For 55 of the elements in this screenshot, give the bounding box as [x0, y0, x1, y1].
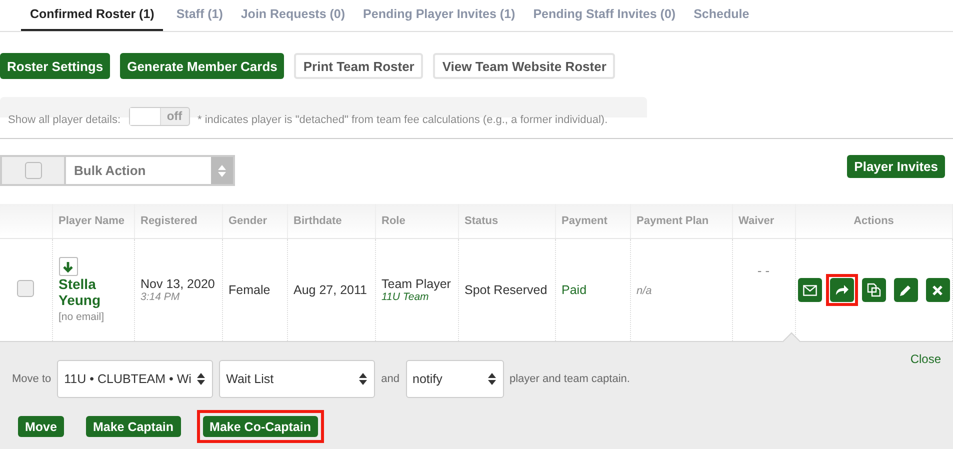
and-label: and: [381, 373, 400, 385]
down-arrow-button[interactable]: [58, 257, 78, 276]
details-label: Show all player details:: [8, 114, 121, 126]
toolbar-button[interactable]: Generate Member Cards: [120, 53, 284, 79]
toolbar-button[interactable]: View Team Website Roster: [433, 53, 616, 79]
column-header: Gender: [228, 215, 268, 227]
column-header: Payment: [562, 215, 608, 227]
close-link[interactable]: Close: [910, 352, 941, 366]
column-header: Status: [464, 215, 498, 227]
column-header: Waiver: [738, 215, 774, 227]
toolbar-button[interactable]: Roster Settings: [0, 53, 110, 79]
panel-button[interactable]: Move: [18, 416, 64, 437]
copy-icon: [866, 283, 881, 297]
role-cell: Team Player: [382, 277, 451, 291]
payment-plan-cell: n/a: [636, 285, 652, 297]
player-name-link[interactable]: Stella Yeung: [58, 276, 118, 308]
move-to-label: Move to: [12, 373, 52, 385]
team-name: 11U Team: [382, 291, 430, 303]
player-email: [no email]: [58, 311, 106, 323]
pencil-icon: [899, 284, 912, 296]
curved-arrow-icon: [834, 284, 849, 296]
delete-button[interactable]: [926, 278, 950, 302]
edit-button[interactable]: [894, 278, 918, 302]
column-header: Registered: [140, 215, 198, 227]
dropdown[interactable]: 11U • CLUBTEAM • Wi: [57, 360, 214, 398]
column-header: Player Name: [58, 215, 125, 227]
dropdown-arrows-icon: [486, 372, 496, 386]
status-cell: Spot Reserved: [464, 283, 548, 297]
down-arrow-icon: [62, 260, 74, 272]
registered-date: Nov 13, 2020: [140, 277, 215, 291]
panel-button[interactable]: Make Captain: [86, 416, 181, 437]
row-checkbox[interactable]: [17, 280, 34, 297]
envelope-icon: [802, 284, 817, 296]
dropdown-arrows-icon: [358, 372, 368, 386]
panel-button[interactable]: Make Co-Captain: [202, 416, 318, 437]
column-header: Payment Plan: [636, 215, 709, 227]
copy-button[interactable]: [862, 278, 886, 302]
gender-cell: Female: [228, 283, 270, 297]
close-icon: [932, 284, 944, 296]
toolbar-button[interactable]: Print Team Roster: [294, 53, 424, 79]
column-header: Role: [382, 215, 406, 227]
payment-cell: Paid: [562, 283, 587, 297]
detached-note: * indicates player is "detached" from team fee calculations (e.g., a former individual).: [198, 114, 608, 126]
waiver-cell: - -: [757, 263, 770, 278]
column-header: Birthdate: [294, 215, 342, 227]
column-header: Actions: [854, 215, 894, 227]
dropdown-arrows-icon: [196, 372, 206, 386]
player-invites-button[interactable]: Player Invites: [847, 155, 945, 178]
tab[interactable]: Confirmed Roster (1): [21, 0, 164, 31]
dropdown[interactable]: Wait List: [219, 360, 376, 398]
birthdate-cell: Aug 27, 2011: [294, 283, 367, 297]
registered-time: 3:14 PM: [140, 291, 181, 303]
email-button[interactable]: [798, 278, 822, 302]
captain-label: player and team captain.: [510, 373, 630, 385]
dropdown[interactable]: notify: [406, 360, 504, 398]
